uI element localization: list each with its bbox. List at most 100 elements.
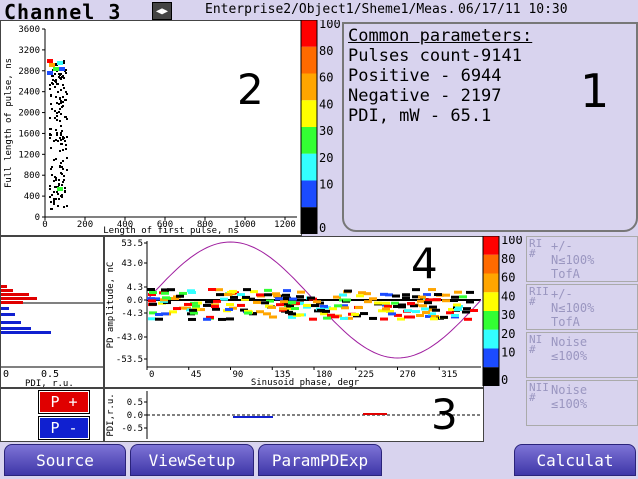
y-axis-label: Full length of pulse, ns (4, 58, 14, 188)
pulse-point (369, 297, 377, 301)
pulse-point (148, 317, 156, 321)
parampdexp-button[interactable]: ParamPDExp (258, 444, 382, 476)
channel-ni-tile[interactable]: NI # Noise ≤100% (526, 332, 638, 378)
common-parameters-panel: Common parameters: Pulses count-9141 Pos… (342, 22, 638, 232)
scale-swatch (301, 73, 317, 101)
pdi-trend-plot[interactable]: 0.5 0.0 -0.5 PDI,r.u. 3 (104, 388, 484, 442)
pulse-point (453, 303, 461, 307)
scatter-point (65, 99, 67, 101)
channel-rii-tile[interactable]: RII # +/- N≤100% TofA (526, 284, 638, 330)
scatter-point (49, 185, 51, 187)
scatter-point (65, 148, 67, 150)
pulse-point (317, 308, 325, 312)
scale-swatch (301, 153, 317, 181)
channel-line: +/- (551, 239, 573, 253)
pulse-point (149, 302, 157, 306)
scatter-point (61, 184, 63, 186)
pulse-point (226, 317, 234, 321)
pulse-point (224, 293, 232, 297)
channel-switch-button[interactable]: ◀▶ (152, 2, 172, 20)
scatter-point (66, 93, 68, 95)
pulse-point (425, 298, 433, 302)
pulse-point (402, 293, 410, 297)
scale-swatch (301, 127, 317, 154)
pulse-point (380, 292, 388, 296)
pulse-point (211, 305, 219, 309)
scale-swatch (483, 292, 499, 311)
pulse-point (167, 288, 175, 292)
source-button[interactable]: Source (4, 444, 126, 476)
pulse-point (226, 303, 234, 307)
scatter-point (56, 83, 58, 85)
pulse-point (344, 289, 352, 293)
pulse-point (462, 310, 470, 314)
scale-label: 20 (501, 327, 515, 341)
scatter-point (51, 208, 53, 210)
pulse-point (440, 315, 448, 319)
y-tick-label: 2000 (18, 109, 40, 119)
pulse-point (464, 317, 472, 321)
channel-nii-tile[interactable]: NII # Noise ≤100% (526, 380, 638, 426)
positive-count: Positive - 6944 (348, 66, 502, 86)
channel-ri-tile[interactable]: RI # +/- N≤100% TofA (526, 236, 638, 282)
phase-resolved-plot[interactable]: 53.5 43.0 4.3 0.0 -4.3 -43.0 -53.5 0 45 90 135 180 2… (104, 236, 484, 388)
scatter-point (59, 108, 61, 110)
pulse-length-plot[interactable]: 3600 3200 2800 2400 2000 1600 1200 800 400 0 0 200 4… (0, 20, 302, 236)
scatter-point (56, 132, 58, 134)
scatter-point (60, 113, 62, 115)
hist-axis-label: PDI, r.u. (25, 379, 74, 387)
scatter-point (49, 128, 51, 130)
scatter-point (59, 150, 61, 152)
scatter-point (65, 72, 67, 74)
scatter-point (54, 86, 56, 88)
pulse-point (303, 303, 311, 307)
pulse-point (188, 290, 196, 294)
pulse-point (412, 310, 420, 314)
panel-2-number: 2 (237, 65, 264, 114)
scatter-point (51, 166, 53, 168)
scatter-point (54, 110, 56, 112)
meas-datetime: 06/17/11 10:30 (458, 2, 568, 17)
positive-bar (1, 285, 7, 288)
pulses-count: Pulses count-9141 (348, 46, 522, 66)
calculat-button[interactable]: Calculat (514, 444, 636, 476)
scatter-point (59, 137, 61, 139)
y-tick-label: 0.0 (127, 411, 143, 421)
pulse-point (416, 314, 424, 318)
scatter-point (49, 196, 51, 198)
pulse-point (237, 293, 245, 297)
scatter-point (50, 201, 52, 203)
pulse-point (256, 293, 264, 297)
polarity-legend: P + P - (0, 388, 104, 442)
scatter-point (58, 76, 60, 78)
positive-legend[interactable]: P + (38, 390, 90, 414)
y-tick-label: 0.5 (127, 398, 143, 408)
pulse-point (412, 288, 420, 292)
pulse-point (454, 308, 462, 312)
scatter-point (52, 83, 54, 85)
scatter-point (64, 187, 66, 189)
pulse-point (351, 312, 359, 316)
scale-label: 60 (501, 271, 515, 285)
scatter-point (60, 139, 62, 141)
scatter-point (55, 158, 57, 160)
scatter-point (56, 102, 58, 104)
scale-label: 10 (501, 346, 515, 360)
negative-legend[interactable]: P - (38, 416, 90, 440)
scatter-point (53, 180, 55, 182)
scatter-hot-point (59, 67, 65, 71)
scatter-hot-point (47, 59, 53, 63)
pulse-point (215, 288, 223, 292)
x-tick-label: 1200 (274, 220, 296, 230)
pulse-point (421, 307, 429, 311)
pulse-point (184, 302, 192, 306)
pulse-point (268, 305, 276, 309)
scatter-point (61, 166, 63, 168)
scatter-point (51, 75, 53, 77)
viewsetup-button[interactable]: ViewSetup (130, 444, 254, 476)
pulse-point (218, 317, 226, 321)
scatter-point (55, 63, 57, 65)
scatter-point (50, 94, 52, 96)
pulse-point (423, 293, 431, 297)
pulse-point (417, 299, 425, 303)
